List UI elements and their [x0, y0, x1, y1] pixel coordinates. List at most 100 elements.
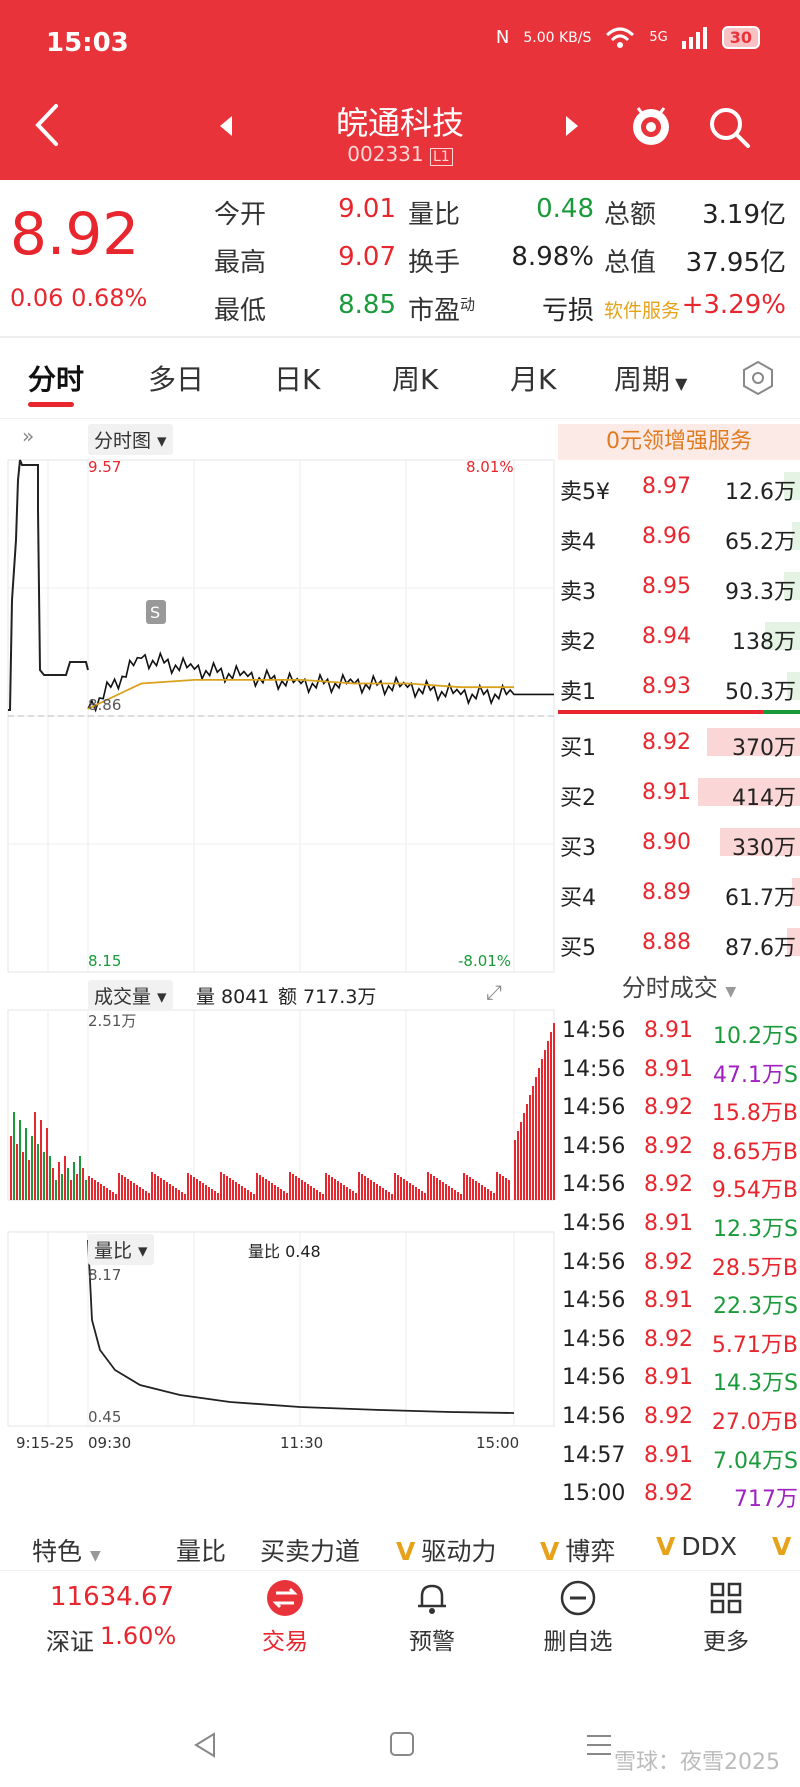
indicator-driving-force[interactable]: V 驱动力 — [396, 1532, 496, 1568]
bid-row[interactable]: 买2 8.91 414万 — [558, 772, 800, 812]
orderbook-divider-sell — [763, 710, 800, 714]
sys-back-icon[interactable] — [190, 1730, 220, 1760]
tick-volume-value: 47.1万 — [713, 1062, 785, 1088]
tick-price: 8.92 — [644, 1249, 693, 1275]
volume-bar — [91, 1178, 93, 1200]
tab-multi-day[interactable]: 多日 — [148, 358, 204, 398]
bid-row[interactable]: 买1 8.92 370万 — [558, 722, 800, 762]
promo-banner[interactable]: 0元领增强服务 — [558, 424, 800, 460]
volume-bar — [523, 1113, 525, 1200]
ratio-selector-label: 量比 — [94, 1240, 133, 1262]
nav-more[interactable]: 更多 — [676, 1578, 776, 1656]
volume-bar — [433, 1176, 435, 1200]
sys-menu-icon[interactable] — [584, 1730, 614, 1760]
indicator-more[interactable]: V — [772, 1532, 797, 1561]
volume-bar — [349, 1189, 351, 1200]
volume-bar — [55, 1180, 57, 1200]
volume-bar — [358, 1172, 360, 1200]
level-volume: 87.6万 — [725, 936, 796, 961]
index-value[interactable]: 11634.67 — [50, 1582, 174, 1612]
volume-bar — [130, 1181, 132, 1200]
axis-prev-close: 8.86 — [88, 696, 122, 714]
ratio-selector[interactable]: 量比 ▾ — [88, 1234, 154, 1265]
indicator-volume-ratio[interactable]: 量比 — [176, 1532, 226, 1568]
volume-bar — [466, 1175, 468, 1200]
collapse-icon[interactable]: » — [22, 424, 34, 448]
tab-daily-k[interactable]: 日K — [274, 358, 320, 398]
search-icon[interactable] — [706, 104, 752, 150]
volume-bar — [70, 1180, 72, 1200]
ask-row[interactable]: 卖1 8.93 50.3万 — [558, 666, 800, 706]
volume-bar — [532, 1086, 534, 1200]
volume-bar — [178, 1190, 180, 1200]
bid-row[interactable]: 买3 8.90 330万 — [558, 822, 800, 862]
volume-bar — [553, 1023, 555, 1200]
tick-row: 14:56 8.92 15.8万B — [558, 1089, 800, 1127]
volume-bar — [196, 1179, 198, 1200]
volume-bar — [40, 1120, 42, 1200]
volume-bar — [127, 1179, 129, 1200]
chart-type-selector[interactable]: 分时图 ▾ — [88, 424, 173, 455]
tick-side: B — [782, 1139, 798, 1165]
battery-icon: 30 — [721, 26, 760, 49]
nav-alert-label: 预警 — [409, 1629, 455, 1655]
nav-alert[interactable]: 预警 — [382, 1578, 482, 1656]
tab-weekly-k[interactable]: 周K — [392, 358, 438, 398]
ask-row[interactable]: 卖4 8.96 65.2万 — [558, 516, 800, 556]
volume-bar — [487, 1189, 489, 1200]
stock-code: 002331 L1 — [0, 142, 800, 166]
intraday-chart[interactable]: S — [0, 420, 558, 1528]
indicator-ddx[interactable]: V DDX — [656, 1532, 737, 1561]
volume-selector[interactable]: 成交量 ▾ — [88, 980, 173, 1011]
tick-volume: 28.5万B — [712, 1250, 798, 1282]
volume-bar — [436, 1178, 438, 1200]
volume-bar — [190, 1175, 192, 1200]
volume-bar — [103, 1186, 105, 1200]
ask-row[interactable]: 卖2 8.94 138万 — [558, 616, 800, 656]
level-price: 8.90 — [642, 830, 691, 855]
tab-period[interactable]: 周期 ▼ — [614, 358, 687, 398]
tick-volume: 717万 — [734, 1481, 798, 1513]
volume-bar — [247, 1190, 249, 1200]
ask-row[interactable]: 卖3 8.95 93.3万 — [558, 566, 800, 606]
indicator-game[interactable]: V 博弈 — [540, 1532, 615, 1568]
chevron-down-icon: ▼ — [89, 1548, 101, 1564]
volume-bar — [313, 1188, 315, 1200]
volume-bar — [526, 1104, 528, 1200]
bid-row[interactable]: 买5 8.88 87.6万 — [558, 922, 800, 962]
tab-monthly-k[interactable]: 月K — [510, 358, 556, 398]
sector-change[interactable]: +3.29% — [676, 290, 786, 320]
tick-volume: 14.3万S — [713, 1365, 798, 1397]
volume-bar — [325, 1173, 327, 1200]
volume-bar — [79, 1156, 81, 1200]
bid-row[interactable]: 买4 8.89 61.7万 — [558, 872, 800, 912]
nav-trade[interactable]: 交易 — [235, 1578, 335, 1656]
expand-icon[interactable]: ⤢ — [486, 980, 502, 1004]
settings-hex-icon[interactable] — [740, 360, 776, 396]
volume-bar — [202, 1183, 204, 1200]
volume-bar — [64, 1156, 66, 1200]
sys-home-icon[interactable] — [388, 1730, 416, 1758]
nav-remove-watchlist[interactable]: 删自选 — [528, 1578, 628, 1656]
volume-bar — [355, 1193, 357, 1200]
level-label: 买3 — [560, 836, 596, 861]
indicator-buy-sell-force[interactable]: 买卖力道 — [260, 1532, 360, 1568]
volume-bar — [361, 1174, 363, 1200]
tick-time: 14:56 — [562, 1018, 626, 1043]
volume-bar — [265, 1179, 267, 1200]
volume-bar — [16, 1144, 18, 1200]
next-stock-arrow[interactable] — [566, 116, 578, 136]
sector-label[interactable]: 软件服务 — [604, 296, 680, 323]
ask-row[interactable]: 卖5¥ 8.97 12.6万 — [558, 466, 800, 506]
divider — [0, 336, 800, 338]
tick-price: 8.91 — [644, 1056, 693, 1082]
volume-bar — [250, 1192, 252, 1200]
volume-bar — [538, 1068, 540, 1200]
indicator-special[interactable]: 特色 ▼ — [32, 1532, 101, 1568]
level-label: 买2 — [560, 786, 596, 811]
ticks-header[interactable]: 分时成交 ▼ — [558, 968, 800, 1003]
tab-intraday[interactable]: 分时 — [28, 358, 84, 398]
volume-bar — [199, 1181, 201, 1200]
assistant-icon[interactable] — [628, 102, 674, 148]
tick-volume: 10.2万S — [713, 1018, 798, 1050]
